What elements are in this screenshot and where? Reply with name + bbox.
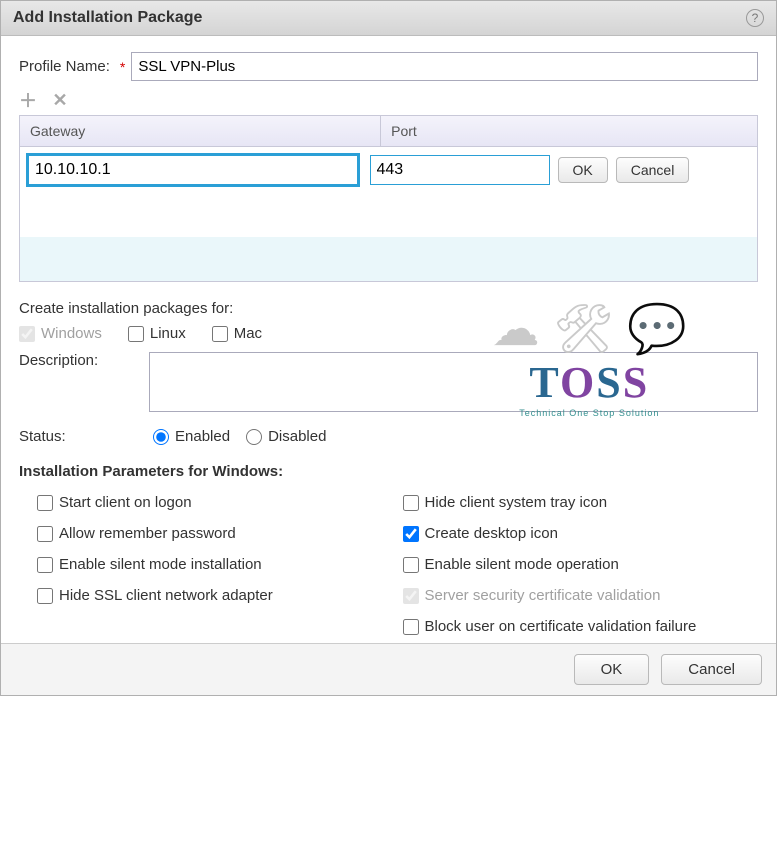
remember-password-label: Allow remember password [59,525,236,542]
silent-operation-checkbox[interactable] [403,557,419,573]
start-on-logon-checkbox[interactable] [37,495,53,511]
block-on-cert-fail-wrap[interactable]: Block user on certificate validation fai… [403,618,759,635]
gateway-grid: Gateway Port OK Cancel [19,115,758,282]
windows-label: Windows [41,325,102,342]
profile-name-label: Profile Name: [19,58,110,75]
help-icon[interactable]: ? [746,9,764,27]
linux-label: Linux [150,325,186,342]
remember-password-checkbox[interactable] [37,526,53,542]
silent-operation-wrap[interactable]: Enable silent mode operation [403,556,759,573]
required-asterisk: * [120,59,125,75]
cancel-button[interactable]: Cancel [661,654,762,685]
delete-icon[interactable]: ✕ [51,91,69,109]
windows-checkbox-wrap: Windows [19,325,102,342]
mac-checkbox-wrap[interactable]: Mac [212,325,262,342]
silent-install-label: Enable silent mode installation [59,556,262,573]
params-spacer [37,618,393,635]
status-enabled-radio[interactable] [153,429,169,445]
linux-checkbox-wrap[interactable]: Linux [128,325,186,342]
server-cert-label: Server security certificate validation [425,587,661,604]
windows-checkbox [19,326,35,342]
block-on-cert-fail-checkbox[interactable] [403,619,419,635]
start-on-logon-label: Start client on logon [59,494,192,511]
grid-header: Gateway Port [20,116,757,147]
hide-tray-wrap[interactable]: Hide client system tray icon [403,494,759,511]
block-on-cert-fail-label: Block user on certificate validation fai… [425,618,697,635]
linux-checkbox[interactable] [128,326,144,342]
status-enabled-wrap[interactable]: Enabled [153,428,230,445]
status-enabled-label: Enabled [175,428,230,445]
gateway-input[interactable] [26,153,360,187]
status-disabled-wrap[interactable]: Disabled [246,428,326,445]
ok-button[interactable]: OK [574,654,650,685]
server-cert-wrap: Server security certificate validation [403,587,759,604]
column-gateway[interactable]: Gateway [20,116,381,146]
hide-adapter-checkbox[interactable] [37,588,53,604]
params-heading: Installation Parameters for Windows: [19,463,758,480]
server-cert-checkbox [403,588,419,604]
remember-password-wrap[interactable]: Allow remember password [37,525,393,542]
start-on-logon-wrap[interactable]: Start client on logon [37,494,393,511]
grid-cancel-button[interactable]: Cancel [616,157,690,183]
hide-adapter-wrap[interactable]: Hide SSL client network adapter [37,587,393,604]
create-desktop-icon-checkbox[interactable] [403,526,419,542]
status-disabled-radio[interactable] [246,429,262,445]
titlebar: Add Installation Package ? [1,1,776,36]
hide-tray-label: Hide client system tray icon [425,494,608,511]
os-row: Windows Linux Mac [19,325,758,342]
grid-edit-row: OK Cancel [20,147,757,193]
create-desktop-icon-label: Create desktop icon [425,525,558,542]
status-disabled-label: Disabled [268,428,326,445]
status-row: Status: Enabled Disabled [19,428,758,445]
profile-name-row: Profile Name: * [19,52,758,81]
status-label: Status: [19,428,129,445]
dialog: Add Installation Package ? Profile Name:… [0,0,777,696]
silent-install-wrap[interactable]: Enable silent mode installation [37,556,393,573]
dialog-title: Add Installation Package [13,9,202,27]
params-grid: Start client on logon Hide client system… [19,494,758,635]
mac-label: Mac [234,325,262,342]
create-desktop-icon-wrap[interactable]: Create desktop icon [403,525,759,542]
packages-label: Create installation packages for: [19,300,758,317]
grid-ok-button[interactable]: OK [558,157,608,183]
description-textarea[interactable] [149,352,758,412]
profile-name-input[interactable] [131,52,758,81]
grid-empty-row-alt [20,237,757,281]
hide-tray-checkbox[interactable] [403,495,419,511]
grid-toolbar: ＋ ✕ [19,91,758,109]
silent-operation-label: Enable silent mode operation [425,556,619,573]
column-port[interactable]: Port [381,116,757,146]
add-icon[interactable]: ＋ [19,91,37,109]
hide-adapter-label: Hide SSL client network adapter [59,587,273,604]
port-input[interactable] [370,155,550,185]
silent-install-checkbox[interactable] [37,557,53,573]
mac-checkbox[interactable] [212,326,228,342]
dialog-footer: OK Cancel [1,643,776,695]
description-label: Description: [19,352,129,369]
description-row: Description: [19,352,758,412]
grid-empty-row [20,193,757,237]
